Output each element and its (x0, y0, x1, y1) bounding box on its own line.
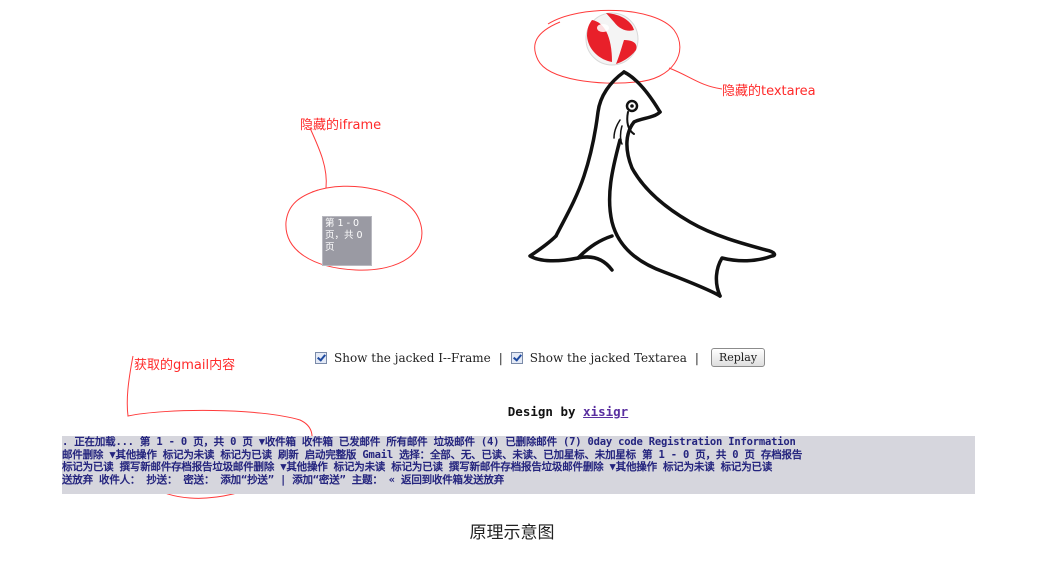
controls-row: Show the jacked I--Frame | Show the jack… (315, 348, 766, 367)
textarea-leader-line (668, 67, 723, 90)
replay-button[interactable]: Replay (710, 348, 766, 367)
gmail-content-strip: . 正在加载... 第 1 - 0 页，共 0 页 ▼收件箱 收件箱 已发邮件 … (62, 436, 975, 494)
gmail-text-line: 送放弃 收件人： 抄送： 密送： 添加“抄送” | 添加“密送” 主题： « 返… (62, 473, 505, 486)
show-iframe-label: Show the jacked I--Frame (334, 350, 491, 365)
show-textarea-checkbox[interactable] (510, 351, 523, 364)
iframe-preview-text: 第 1 - 0 页，共 0 页 (325, 218, 363, 253)
design-credit: Design by xisigr (0, 404, 1045, 419)
gmail-text-line: 标记为已读 撰写新邮件存档报告垃圾邮件删除 ▼其他操作 标记为未读 标记为已读 … (62, 461, 773, 473)
beach-ball-icon (585, 12, 639, 66)
hidden-iframe-preview: 第 1 - 0 页，共 0 页 (322, 216, 372, 266)
author-link[interactable]: xisigr (583, 404, 628, 419)
seal-illustration (528, 70, 777, 298)
gmail-content-annotation: 获取的gmail内容 (134, 358, 236, 373)
gmail-text-line: . 正在加载... 第 1 - 0 页，共 0 页 ▼收件箱 收件箱 已发邮件 … (62, 436, 796, 448)
iframe-leader-line (309, 127, 327, 189)
show-textarea-label: Show the jacked Textarea (529, 350, 687, 365)
figure-caption: 原理示意图 (469, 523, 555, 543)
hidden-textarea-annotation: 隐藏的textarea (722, 84, 816, 99)
controls-separator: | (694, 350, 699, 365)
controls-separator: | (498, 350, 503, 365)
credit-prefix: Design by (507, 404, 576, 419)
seal-eye-icon (625, 99, 639, 113)
show-iframe-checkbox[interactable] (315, 351, 327, 364)
gmail-text-line: 邮件删除 ▼其他操作 标记为未读 标记为已读 刷新 启动完整版 Gmail 选择… (62, 448, 803, 461)
hidden-iframe-annotation: 隐藏的iframe (300, 118, 382, 133)
